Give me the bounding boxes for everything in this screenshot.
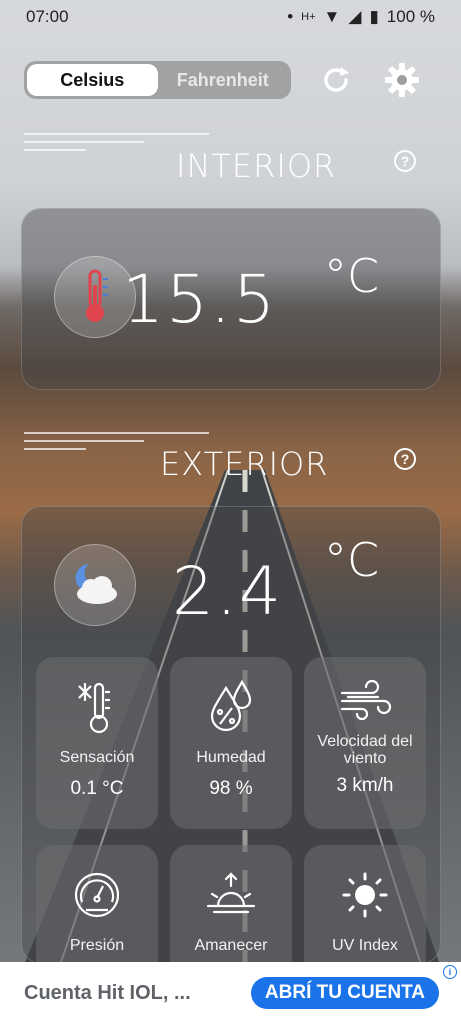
interior-help-icon[interactable]: ? [394, 150, 416, 172]
notification-dot-icon: • [287, 7, 294, 26]
ad-info-icon[interactable]: i [443, 965, 457, 979]
interior-temperature: 15.5 [122, 261, 277, 338]
metric-label: Humedad [196, 749, 266, 766]
metric-label: Amanecer [194, 937, 268, 954]
network-type: H+ [301, 11, 316, 23]
metric-value: 98 % [209, 778, 253, 799]
battery-level: 100 % [386, 7, 435, 26]
humidity-drops-icon [210, 680, 252, 732]
unit-toggle[interactable]: Celsius Fahrenheit [24, 61, 291, 99]
thermometer-icon [86, 269, 108, 322]
metric-label: Sensación [59, 749, 135, 766]
interior-unit: °C [324, 249, 380, 303]
ad-text[interactable]: Cuenta Hit IOL, ... [24, 982, 191, 1005]
wifi-icon: ▼ [323, 7, 341, 26]
wind-icon [340, 679, 392, 721]
metric-label: Velocidad del viento [317, 733, 413, 767]
sun-icon [342, 872, 388, 918]
battery-icon: ▮ [369, 7, 379, 26]
ad-banner[interactable]: Cuenta Hit IOL, ... ABRÍ TU CUENTA i [0, 962, 461, 1024]
exterior-temperature: 2.4 [172, 553, 283, 630]
signal-icon: ◢ [348, 7, 362, 26]
exterior-title: EXTERIOR [160, 445, 329, 483]
metric-wind-speed[interactable]: Velocidad del viento 3 km/h [304, 657, 426, 829]
refresh-icon [324, 67, 349, 92]
refresh-button[interactable] [318, 62, 354, 98]
exterior-help-icon[interactable]: ? [394, 448, 416, 470]
metric-label: UV Index [332, 937, 398, 954]
exterior-unit: °C [324, 533, 380, 587]
metric-feels-like[interactable]: Sensación 0.1 °C [36, 657, 158, 829]
settings-button[interactable] [384, 62, 420, 98]
metric-label: Presión [69, 937, 125, 954]
metric-value: 0.1 °C [70, 778, 124, 799]
status-time: 07:00 [26, 7, 69, 26]
status-bar: 07:00 • H+ ▼ ◢ ▮ 100 % [0, 0, 461, 34]
metric-value: 3 km/h [336, 775, 394, 796]
fahrenheit-option[interactable]: Fahrenheit [158, 64, 289, 96]
interior-card: 15.5 °C [21, 208, 441, 390]
interior-title: INTERIOR [176, 147, 337, 185]
sunrise-icon [206, 872, 256, 914]
snow-thermometer-icon [78, 682, 110, 734]
metric-humidity[interactable]: Humedad 98 % [170, 657, 292, 829]
ad-cta-button[interactable]: ABRÍ TU CUENTA [250, 977, 439, 1009]
exterior-icon-bubble [54, 544, 136, 626]
gear-icon [385, 63, 419, 97]
celsius-option[interactable]: Celsius [27, 64, 158, 96]
moon-cloud-icon [75, 564, 117, 604]
gauge-icon [74, 872, 120, 918]
